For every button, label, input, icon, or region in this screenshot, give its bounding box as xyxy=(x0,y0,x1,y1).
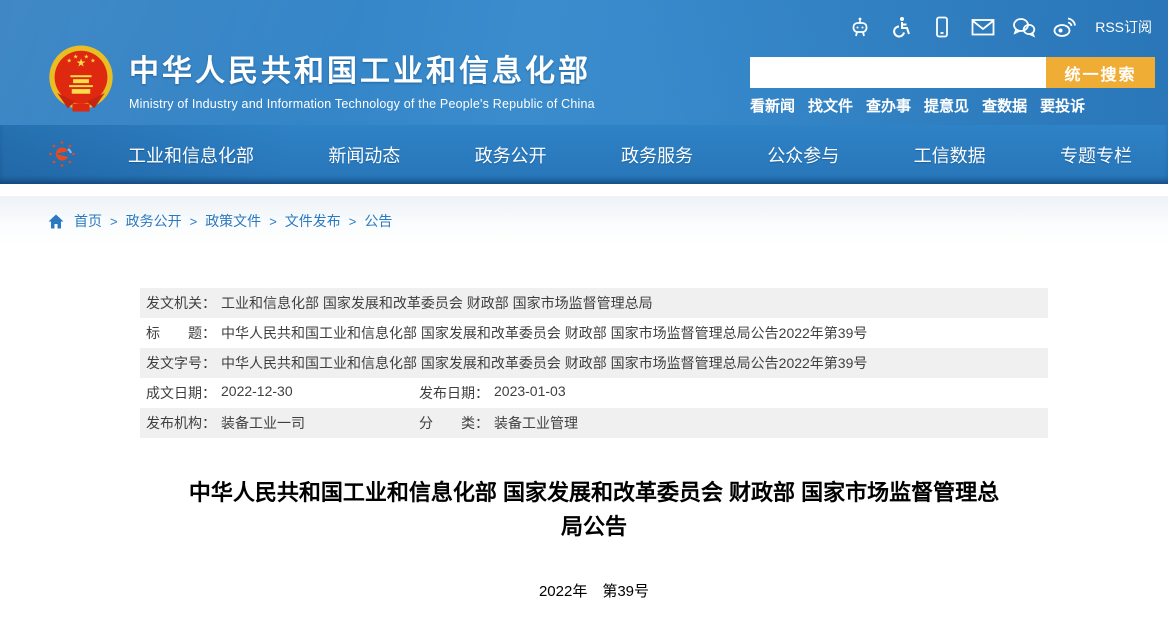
meta-label: 发布机构： xyxy=(146,415,216,431)
article-doc-number: 2022年 第39号 xyxy=(538,583,650,600)
quick-link-complaint[interactable]: 要投诉 xyxy=(1040,95,1085,116)
meta-value: 2022-12-30 xyxy=(221,383,293,399)
crumb-separator: > xyxy=(189,213,198,229)
meta-label: 成文日期： xyxy=(146,385,216,401)
quick-link-files[interactable]: 找文件 xyxy=(808,95,853,116)
nav-item-participation[interactable]: 公众参与 xyxy=(767,142,839,168)
search-bar: 统一搜索 xyxy=(750,57,1155,88)
home-icon[interactable] xyxy=(48,214,64,229)
crumb-gov-open[interactable]: 政务公开 xyxy=(126,211,182,231)
header-icon-row: RSS订阅 xyxy=(847,14,1152,40)
nav-item-gov-open[interactable]: 政务公开 xyxy=(475,142,547,168)
breadcrumb: 首页 > 政务公开 > 政策文件 > 文件发布 > 公告 xyxy=(48,211,392,231)
meta-label: 发布日期： xyxy=(419,385,489,401)
rss-subscribe-link[interactable]: RSS订阅 xyxy=(1095,17,1152,37)
meta-row-doc-number: 发文字号： 中华人民共和国工业和信息化部 国家发展和改革委员会 财政部 国家市场… xyxy=(140,348,1048,378)
meta-value: 中华人民共和国工业和信息化部 国家发展和改革委员会 财政部 国家市场监督管理总局… xyxy=(221,325,868,341)
crumb-policy-files[interactable]: 政策文件 xyxy=(205,211,261,231)
quick-link-services[interactable]: 查办事 xyxy=(866,95,911,116)
meta-label: 分 类： xyxy=(419,415,489,431)
nav-item-industry-data[interactable]: 工信数据 xyxy=(914,142,986,168)
meta-value: 工业和信息化部 国家发展和改革委员会 财政部 国家市场监督管理总局 xyxy=(221,295,653,311)
robot-assistant-icon[interactable] xyxy=(847,14,873,40)
national-emblem-icon: ★ ★ ★ ★ ★ xyxy=(48,44,114,117)
accessibility-icon[interactable] xyxy=(888,14,914,40)
nav-item-special-topics[interactable]: 专题专栏 xyxy=(1060,142,1132,168)
breadcrumb-band: 首页 > 政务公开 > 政策文件 > 文件发布 > 公告 xyxy=(0,196,1168,246)
meta-value: 2023-01-03 xyxy=(494,383,566,399)
meta-row-dates: 成文日期： 2022-12-30 发布日期： 2023-01-03 xyxy=(140,378,1048,408)
meta-value: 中华人民共和国工业和信息化部 国家发展和改革委员会 财政部 国家市场监督管理总局… xyxy=(221,355,868,371)
nav-item-gov-service[interactable]: 政务服务 xyxy=(621,142,693,168)
crumb-separator: > xyxy=(348,213,357,229)
brand[interactable]: ★ ★ ★ ★ ★ 中华人民共和国工业和信息化部 Ministry of Ind… xyxy=(48,44,595,117)
search-input[interactable] xyxy=(750,57,1046,88)
nav-item-miit[interactable]: 工业和信息化部 xyxy=(128,142,254,168)
meta-row-issuing-authority: 发文机关： 工业和信息化部 国家发展和改革委员会 财政部 国家市场监督管理总局 xyxy=(140,288,1048,318)
miit-logo-icon xyxy=(48,140,76,168)
meta-label: 标 题： xyxy=(146,325,216,341)
weibo-icon[interactable] xyxy=(1052,14,1078,40)
main-content: 发文机关： 工业和信息化部 国家发展和改革委员会 财政部 国家市场监督管理总局 … xyxy=(0,288,1168,601)
meta-row-publisher: 发布机构： 装备工业一司 分 类： 装备工业管理 xyxy=(140,408,1048,438)
wechat-icon[interactable] xyxy=(1011,14,1037,40)
crumb-announcement[interactable]: 公告 xyxy=(364,211,392,231)
crumb-file-release[interactable]: 文件发布 xyxy=(285,211,341,231)
site-header: ★ ★ ★ ★ ★ 中华人民共和国工业和信息化部 Ministry of Ind… xyxy=(0,0,1168,125)
svg-text:★: ★ xyxy=(90,58,95,65)
nav-item-news[interactable]: 新闻动态 xyxy=(328,142,400,168)
site-title: 中华人民共和国工业和信息化部 xyxy=(129,55,591,88)
quick-link-news[interactable]: 看新闻 xyxy=(750,95,795,116)
svg-text:★: ★ xyxy=(66,58,71,65)
meta-table: 发文机关： 工业和信息化部 国家发展和改革委员会 财政部 国家市场监督管理总局 … xyxy=(140,288,1048,438)
meta-value: 装备工业一司 xyxy=(221,415,305,431)
brand-text: 中华人民共和国工业和信息化部 Ministry of Industry and … xyxy=(129,44,595,111)
mail-icon[interactable] xyxy=(970,14,996,40)
article-title: 中华人民共和国工业和信息化部 国家发展和改革委员会 财政部 国家市场监督管理总局… xyxy=(188,480,1000,539)
meta-label: 发文字号： xyxy=(146,355,216,371)
search-button[interactable]: 统一搜索 xyxy=(1046,57,1155,88)
main-nav: 工业和信息化部 新闻动态 政务公开 政务服务 公众参与 工信数据 专题专栏 xyxy=(0,125,1168,184)
crumb-separator: > xyxy=(269,213,277,229)
svg-text:★: ★ xyxy=(73,54,78,61)
mobile-icon[interactable] xyxy=(929,14,955,40)
page: ★ ★ ★ ★ ★ 中华人民共和国工业和信息化部 Ministry of Ind… xyxy=(0,0,1168,631)
svg-text:★: ★ xyxy=(84,54,89,61)
crumb-separator: > xyxy=(110,213,118,229)
quick-links: 看新闻 找文件 查办事 提意见 查数据 要投诉 xyxy=(750,95,1085,116)
crumb-home[interactable]: 首页 xyxy=(74,211,102,231)
meta-row-title: 标 题： 中华人民共和国工业和信息化部 国家发展和改革委员会 财政部 国家市场监… xyxy=(140,318,1048,348)
meta-value: 装备工业管理 xyxy=(494,415,578,431)
quick-link-data[interactable]: 查数据 xyxy=(982,95,1027,116)
site-subtitle: Ministry of Industry and Information Tec… xyxy=(129,97,595,111)
quick-link-suggest[interactable]: 提意见 xyxy=(924,95,969,116)
meta-label: 发文机关： xyxy=(146,295,216,311)
nav-items: 工业和信息化部 新闻动态 政务公开 政务服务 公众参与 工信数据 专题专栏 xyxy=(128,125,1132,184)
